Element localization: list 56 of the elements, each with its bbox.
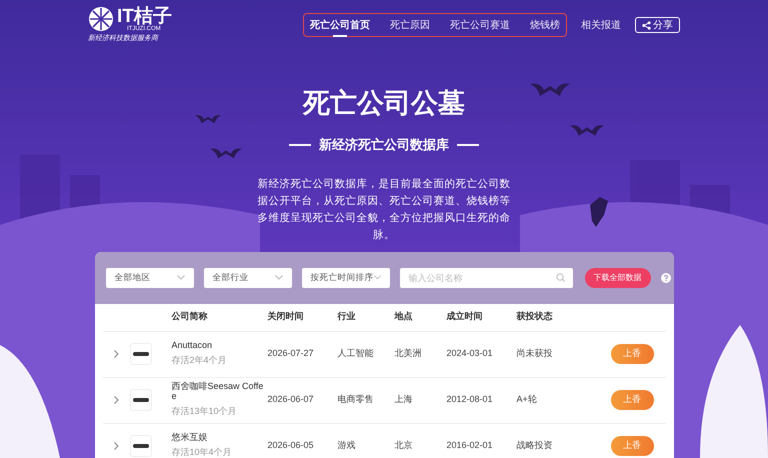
column-header: 成立时间 [446, 311, 482, 322]
logo-text: IT桔子 [117, 6, 172, 26]
lifespan-text: 存活10年4个月 [172, 446, 233, 458]
lifespan-text: 存活2年4个月 [172, 354, 228, 368]
dropdown[interactable]: 全部地区 [106, 268, 194, 288]
dropdown[interactable]: 按死亡时间排序 [302, 268, 390, 288]
chevron-right-icon[interactable] [114, 396, 118, 404]
column-header: 公司简称 [172, 311, 208, 322]
table-cell: 尚未获投 [516, 348, 552, 358]
table-cell: 上海 [394, 394, 412, 404]
dropdown[interactable]: 全部行业 [204, 268, 292, 288]
table-cell: 2026-06-05 [268, 440, 314, 450]
description-text: 新经济死亡公司数据库，是目前最全面的死亡公司数据公开平台，从死亡原因、死亡公司赛道、烧钱榜等多维度呈现死亡公司全貌，全方位把握风口生死的命脉。 [256, 176, 512, 242]
nav-link[interactable]: 死亡原因 [390, 18, 430, 32]
chevron-down-icon [176, 275, 184, 280]
table-cell: 2016-02-01 [446, 440, 493, 450]
table-cell: 人工智能 [338, 348, 374, 358]
table-cell: 北美洲 [394, 348, 422, 358]
table-cell: 电商零售 [338, 394, 374, 404]
table-cell: 2024-03-01 [446, 348, 493, 358]
logo-icon [88, 6, 114, 32]
chevron-right-icon[interactable] [114, 442, 118, 450]
column-header: 关闭时间 [268, 311, 304, 322]
nav-link[interactable]: 死亡公司赛道 [450, 18, 510, 32]
download-button[interactable]: 下载全部数据 [584, 268, 650, 288]
search-field[interactable]: 输入公司名称 [400, 268, 572, 288]
company-logo-placeholder [130, 389, 152, 411]
column-header: 获投状态 [516, 311, 552, 322]
active-underline [333, 35, 347, 36]
table-cell: 2026-07-27 [268, 348, 314, 358]
search-icon [556, 273, 564, 282]
nav-link[interactable]: 死亡公司首页 [310, 18, 370, 32]
bat-icon [195, 112, 221, 124]
page-title: 死亡公司公墓 [303, 90, 465, 117]
table-cell: 战略投资 [516, 440, 552, 450]
share-button[interactable]: 分享 [635, 17, 680, 33]
table-cell: A+轮 [516, 394, 537, 404]
nav-link[interactable]: 相关报道 [581, 18, 621, 32]
chevron-right-icon[interactable] [114, 350, 118, 358]
chevron-down-icon [274, 275, 282, 280]
table-cell: 游戏 [338, 440, 356, 450]
company-name[interactable]: 西舍咖啡Seesaw Coffee [172, 381, 266, 402]
column-header: 行业 [338, 311, 356, 322]
company-name[interactable]: 悠米互娱 [172, 432, 266, 442]
help-icon[interactable] [660, 272, 670, 282]
page-subtitle: 新经济死亡公司数据库 [319, 136, 449, 154]
table-cell: 北京 [394, 440, 412, 450]
share-icon [642, 20, 651, 30]
lifespan-text: 存活13年10个月 [172, 405, 238, 418]
column-header: 地点 [394, 311, 412, 322]
company-logo-placeholder [130, 343, 152, 365]
nav-link[interactable]: 烧钱榜 [530, 18, 560, 32]
table-cell: 2012-08-01 [446, 394, 493, 404]
company-name[interactable]: Anuttacon [172, 340, 266, 350]
chevron-down-icon [374, 275, 380, 280]
table-cell: 2026-06-07 [268, 394, 314, 404]
